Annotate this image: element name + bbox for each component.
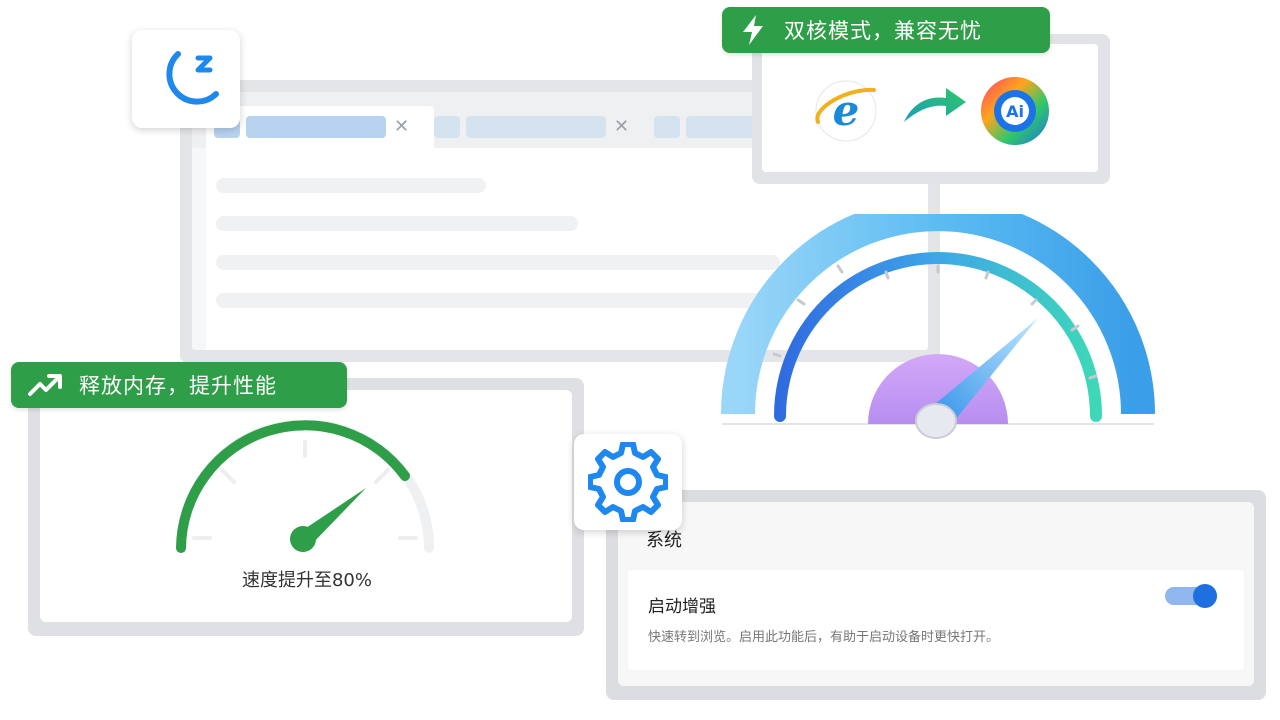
setting-description: 快速转到浏览。启用此功能后，有助于启动设备时更快打开。 [648, 630, 1000, 645]
memory-badge-text: 释放内存，提升性能 [79, 374, 277, 398]
tab-favicon [434, 116, 460, 138]
speed-gauge [176, 420, 434, 553]
trend-up-icon [28, 374, 62, 396]
ie-logo-icon: e [815, 80, 877, 142]
boost-gauge [721, 214, 1155, 439]
gear-icon [588, 442, 668, 522]
tab-favicon [654, 116, 680, 138]
tab-title-placeholder [246, 116, 386, 138]
dual-core-badge-text: 双核模式，兼容无忧 [784, 19, 982, 43]
close-icon[interactable]: ✕ [614, 116, 629, 138]
ai-browser-logo-icon: Ai [981, 77, 1049, 145]
speed-text: 速度提升至80% [241, 570, 372, 591]
dual-core-card: e Ai [762, 44, 1098, 172]
setting-title: 启动增强 [648, 597, 716, 617]
moon-zz-icon [166, 51, 219, 105]
toggle-knob[interactable] [1193, 584, 1217, 608]
skeleton-line [216, 178, 486, 193]
memory-badge: 释放内存，提升性能 [11, 362, 347, 408]
close-icon[interactable]: ✕ [394, 116, 409, 138]
skeleton-line [216, 216, 578, 231]
lightning-icon [743, 15, 763, 45]
arrow-right-icon [904, 88, 966, 122]
svg-text:Ai: Ai [1006, 102, 1024, 121]
dual-core-badge: 双核模式，兼容无忧 [722, 7, 1050, 53]
tab-title-placeholder [466, 116, 606, 138]
skeleton-line [216, 255, 780, 270]
skeleton-line [216, 293, 780, 308]
setting-row-startup-boost [628, 570, 1244, 670]
sleep-tile[interactable] [132, 30, 240, 128]
settings-tile[interactable] [574, 434, 682, 530]
